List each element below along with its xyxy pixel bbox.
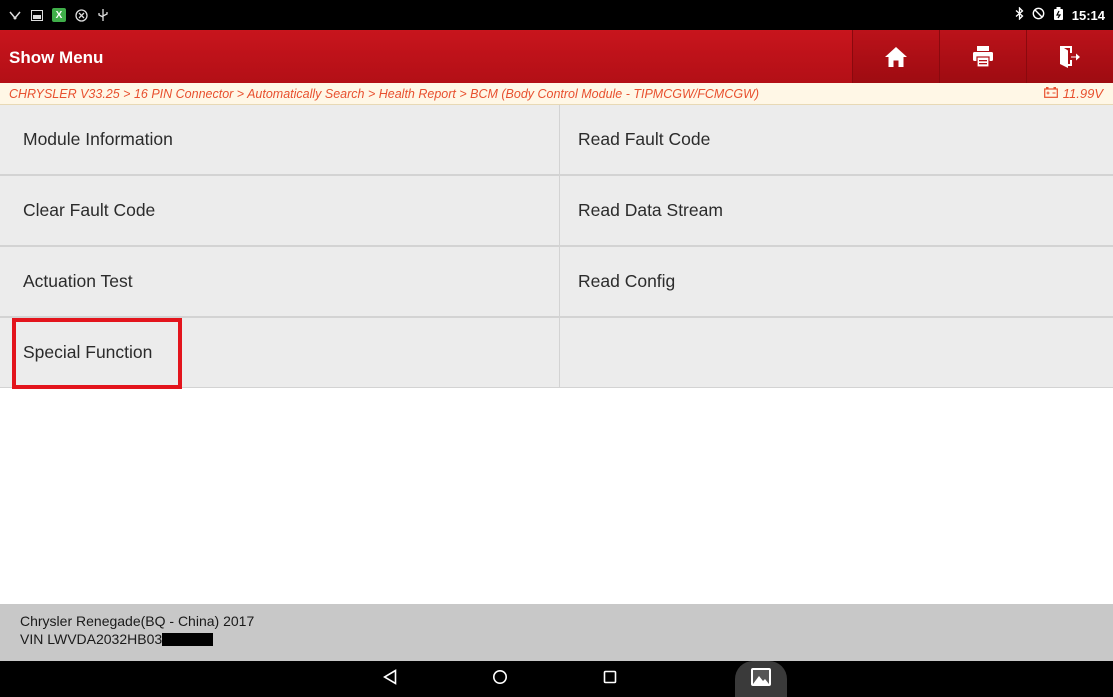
home-circle-icon: [492, 669, 508, 690]
vin-line: VIN LWVDA2032HB03: [20, 630, 1113, 648]
vin-redaction: [162, 632, 214, 646]
exit-icon: [1060, 45, 1080, 68]
exit-button[interactable]: [1026, 30, 1113, 83]
blocked-icon: [74, 8, 88, 22]
header-toolbar: [852, 30, 1113, 83]
vehicle-info: Chrysler Renegade(BQ - China) 2017 VIN L…: [0, 604, 1113, 661]
menu-item-clear-fault-code[interactable]: Clear Fault Code: [0, 176, 559, 246]
status-bar-right: 15:14: [1015, 6, 1105, 23]
alarm-off-icon: [1032, 7, 1045, 23]
breadcrumb-bar: CHRYSLER V33.25 > 16 PIN Connector > Aut…: [0, 83, 1113, 105]
menu-item-empty: [560, 318, 1113, 388]
app-header: Show Menu: [0, 30, 1113, 83]
gallery-icon: [750, 667, 772, 692]
breadcrumb: CHRYSLER V33.25 > 16 PIN Connector > Aut…: [9, 86, 760, 101]
function-menu: Module Information Read Fault Code Clear…: [0, 105, 1113, 388]
android-nav-bar: [0, 661, 1113, 697]
screenshot-icon: [30, 8, 44, 22]
usb-debug-icon: [8, 8, 22, 22]
menu-item-read-data-stream[interactable]: Read Data Stream: [560, 176, 1113, 246]
status-bar: X 15:14: [0, 0, 1113, 30]
battery-icon: [1053, 7, 1064, 23]
vehicle-vin: VIN LWVDA2032HB03: [20, 631, 163, 647]
home-nav-button[interactable]: [490, 669, 510, 689]
page-title: Show Menu: [9, 47, 104, 67]
menu-item-module-information[interactable]: Module Information: [0, 105, 559, 175]
usb-icon: [96, 8, 110, 22]
recents-icon: [603, 670, 617, 689]
vehicle-model: Chrysler Renegade(BQ - China) 2017: [20, 613, 255, 629]
home-button[interactable]: [852, 30, 939, 83]
car-battery-icon: [1043, 86, 1058, 101]
recents-button[interactable]: [600, 669, 620, 689]
print-icon: [973, 46, 993, 67]
battery-voltage: 11.99V: [1043, 86, 1103, 101]
print-button[interactable]: [939, 30, 1026, 83]
gallery-button[interactable]: [735, 661, 787, 697]
back-icon: [382, 668, 397, 690]
menu-item-special-function[interactable]: Special Function: [0, 318, 559, 388]
menu-item-read-config[interactable]: Read Config: [560, 247, 1113, 317]
status-time: 15:14: [1071, 7, 1105, 23]
x-app-icon: X: [52, 8, 66, 22]
menu-item-read-fault-code[interactable]: Read Fault Code: [560, 105, 1113, 175]
bluetooth-icon: [1015, 6, 1024, 23]
home-icon: [885, 46, 907, 67]
voltage-value: 11.99V: [1062, 86, 1103, 101]
status-bar-left: X: [8, 8, 110, 22]
menu-item-actuation-test[interactable]: Actuation Test: [0, 247, 559, 317]
back-button[interactable]: [380, 668, 400, 690]
